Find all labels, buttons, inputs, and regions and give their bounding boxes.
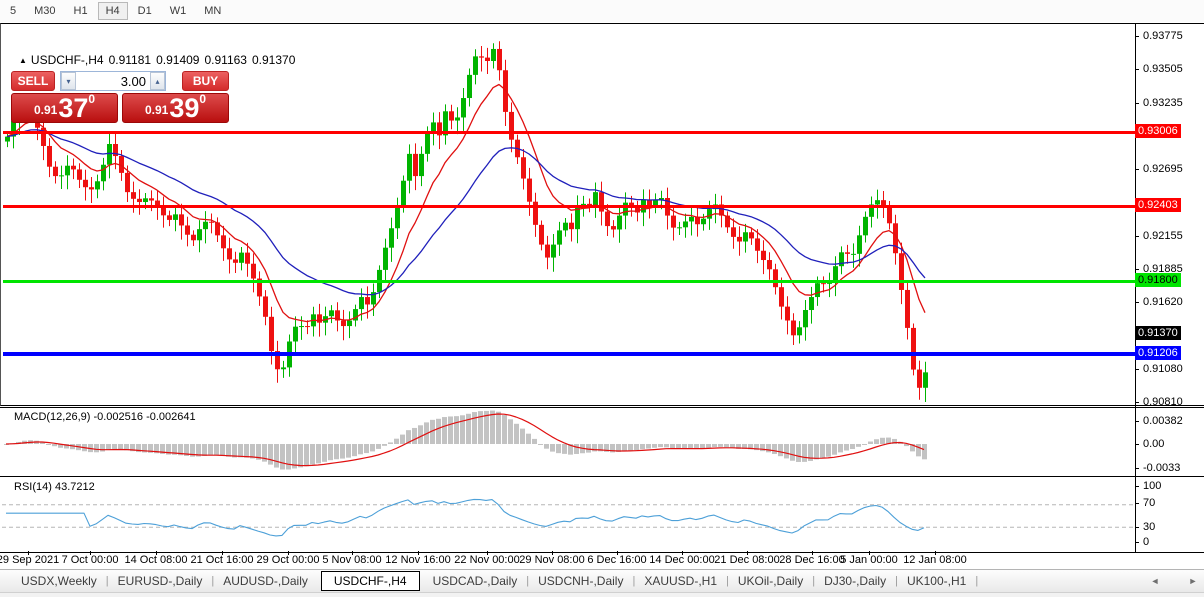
- symbol-tab-eurusd[interactable]: EURUSD-,Daily: [109, 572, 212, 590]
- symbol-tab-xauusd[interactable]: XAUUSD-,H1: [635, 572, 726, 590]
- symbol-tab-usdx[interactable]: USDX,Weekly: [12, 572, 106, 590]
- chart-header: ▲ USDCHF-,H4 0.91181 0.91409 0.91163 0.91370: [19, 53, 300, 67]
- tab-scroll-left-icon[interactable]: ◄: [1148, 574, 1162, 588]
- time-label: 21 Oct 16:00: [191, 554, 254, 566]
- volume-decrease-icon[interactable]: ▾: [61, 72, 76, 90]
- symbol-tab-audusd[interactable]: AUDUSD-,Daily: [214, 572, 317, 590]
- time-label: 29 Nov 08:00: [519, 554, 584, 566]
- time-label: 29 Sep 2021: [0, 554, 59, 566]
- timeframe-toolbar: 5M30H1H4D1W1MN: [0, 0, 1204, 22]
- price-badge-0.91206: 0.91206: [1135, 346, 1181, 360]
- indicator-tick: 0: [1136, 535, 1149, 549]
- horizontal-line-resistance-lower[interactable]: [3, 205, 1135, 208]
- price-tick: 0.91080: [1136, 362, 1183, 376]
- timeframe-button-mn[interactable]: MN: [196, 2, 229, 20]
- sell-price-point: 0: [88, 92, 95, 106]
- macd-label: MACD(12,26,9) -0.002516 -0.002641: [14, 411, 196, 423]
- buy-price-digits: 39: [169, 96, 199, 120]
- timeframe-button-h4[interactable]: H4: [98, 2, 128, 20]
- volume-increase-icon[interactable]: ▴: [150, 72, 165, 90]
- rsi-label: RSI(14) 43.7212: [14, 481, 95, 493]
- one-click-trade-panel: SELL ▾ ▴ BUY 0.91 37 0 0.91 39 0: [11, 71, 229, 123]
- time-label: 6 Dec 16:00: [587, 554, 646, 566]
- indicator-tick: 30: [1136, 520, 1155, 534]
- price-badge-0.92403: 0.92403: [1135, 198, 1181, 212]
- horizontal-line-resistance-upper[interactable]: [3, 131, 1135, 134]
- timeframe-button-m30[interactable]: M30: [26, 2, 63, 20]
- ohlc-open: 0.91181: [109, 53, 152, 67]
- symbol-tab-usdchf[interactable]: USDCHF-,H4: [321, 571, 420, 591]
- symbol-tab-usdcnh[interactable]: USDCNH-,Daily: [529, 572, 632, 590]
- time-label: 7 Oct 00:00: [62, 554, 119, 566]
- price-badge-0.93006: 0.93006: [1135, 124, 1181, 138]
- rsi-canvas[interactable]: [0, 477, 1204, 550]
- sell-price-prefix: 0.91: [34, 103, 57, 117]
- indicator-tick: 100: [1136, 479, 1161, 493]
- time-label: 5 Nov 08:00: [322, 554, 381, 566]
- ohlc-close: 0.91370: [252, 53, 295, 67]
- timeframe-button-5[interactable]: 5: [2, 2, 24, 20]
- volume-stepper: ▾ ▴: [60, 71, 166, 91]
- timeframe-button-w1[interactable]: W1: [162, 2, 195, 20]
- time-axis: 29 Sep 20217 Oct 00:00 14 Oct 08:0021 Oct…: [0, 552, 1135, 569]
- symbol-tab-usdcad[interactable]: USDCAD-,Daily: [424, 572, 527, 590]
- ohlc-high: 0.91409: [156, 53, 199, 67]
- indicator-tick: -0.0033: [1136, 461, 1180, 475]
- time-label: 14 Oct 08:00: [125, 554, 188, 566]
- timeframe-button-d1[interactable]: D1: [130, 2, 160, 20]
- time-label: 28 Dec 16:00: [779, 554, 844, 566]
- horizontal-line-support-green[interactable]: [3, 280, 1135, 283]
- time-label: 29 Oct 00:00: [257, 554, 320, 566]
- indicator-tick: 70: [1136, 496, 1155, 510]
- terminal-window: 5M30H1H4D1W1MN ▲ USDCHF-,H4 0.91181 0.91409…: [0, 0, 1204, 597]
- price-tick: 0.92695: [1136, 162, 1183, 176]
- tab-scroll-right-icon[interactable]: ►: [1186, 574, 1200, 588]
- rsi-pane: [0, 476, 1204, 553]
- buy-price-prefix: 0.91: [145, 103, 168, 117]
- tab-separator: |: [975, 575, 978, 587]
- symbol-tab-dj30[interactable]: DJ30-,Daily: [815, 572, 895, 590]
- price-tick: 0.91620: [1136, 295, 1183, 309]
- buy-price-point: 0: [199, 92, 206, 106]
- buy-button[interactable]: BUY: [182, 71, 229, 91]
- collapse-triangle-icon[interactable]: ▲: [19, 56, 27, 65]
- ohlc-low: 0.91163: [204, 53, 247, 67]
- price-badge-0.91370: 0.91370: [1135, 326, 1181, 340]
- price-tick: 0.92155: [1136, 229, 1183, 243]
- buy-price-button[interactable]: 0.91 39 0: [122, 93, 229, 123]
- sell-price-button[interactable]: 0.91 37 0: [11, 93, 118, 123]
- timeframe-button-h1[interactable]: H1: [66, 2, 96, 20]
- symbol-tab-bar: USDX,Weekly|EURUSD-,Daily|AUDUSD-,DailyU…: [0, 569, 1204, 592]
- indicator-tick: 0.00: [1136, 437, 1164, 451]
- sell-price-digits: 37: [58, 96, 88, 120]
- price-badge-0.91800: 0.91800: [1135, 273, 1181, 287]
- symbol-label: USDCHF-,H4: [31, 53, 104, 67]
- price-tick: 0.93235: [1136, 96, 1183, 110]
- time-label: 22 Nov 00:00: [454, 554, 519, 566]
- volume-input[interactable]: [76, 72, 150, 90]
- price-tick: 0.93505: [1136, 62, 1183, 76]
- time-label: 12 Nov 16:00: [385, 554, 450, 566]
- main-chart-pane: ▲USDCHF-,H40.911810.914090.911630.91370 …: [0, 23, 1204, 406]
- time-label: 5 Jan 00:00: [840, 554, 898, 566]
- time-label: 21 Dec 08:00: [714, 554, 779, 566]
- time-label: 12 Jan 08:00: [903, 554, 967, 566]
- price-tick: 0.90810: [1136, 395, 1183, 409]
- indicator-tick: 0.00382: [1136, 414, 1183, 428]
- time-label: 14 Dec 00:00: [649, 554, 714, 566]
- status-strip: [0, 592, 1204, 597]
- sell-button[interactable]: SELL: [11, 71, 55, 91]
- price-axis: 0.93775 0.93505 0.93235 0.92695 0.92155 0.918…: [1136, 0, 1204, 560]
- price-tick: 0.93775: [1136, 29, 1183, 43]
- symbol-tab-ukoil[interactable]: UKOil-,Daily: [729, 572, 812, 590]
- horizontal-line-support-blue[interactable]: [3, 352, 1135, 356]
- symbol-tab-uk100[interactable]: UK100-,H1: [898, 572, 975, 590]
